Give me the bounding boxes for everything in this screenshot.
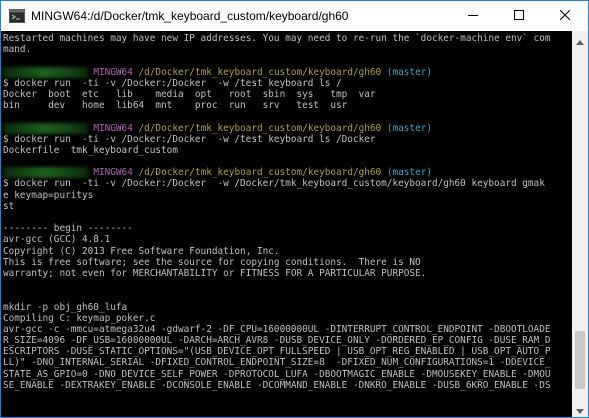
- terminal-line: SE_ENABLE -DEXTRAKEY_ENABLE -DCONSOLE_EN…: [3, 379, 551, 391]
- terminal-line: STATE_AS_GPIO=0 -DNO_DEVICE_SELF_POWER -…: [3, 368, 551, 380]
- terminal-line: st: [3, 200, 15, 212]
- scroll-down-arrow-icon: [576, 399, 584, 417]
- maximize-icon: [514, 9, 524, 23]
- prompt-git-branch: (master): [386, 167, 433, 179]
- terminal-line: mand.: [3, 44, 32, 56]
- terminal-line: $ docker run -ti -v /Docker:/Docker -w /…: [3, 133, 376, 145]
- window-controls: [450, 1, 588, 31]
- prompt-path: /d/Docker/tmk_keyboard_custom/keyboard/g…: [138, 66, 382, 78]
- terminal-line: Compiling C: keymap_poker.c: [3, 312, 156, 324]
- redacted-user-host: [3, 167, 88, 179]
- terminal-line: Dockerfile tmk_keyboard_custom: [3, 144, 178, 156]
- terminal-line: R_SIZE=4096 -DF_USB=16000000UL -DARCH=AR…: [3, 335, 551, 347]
- shell-prompt-line: MINGW64 /d/Docker/tmk_keyboard_custom/ke…: [3, 167, 573, 179]
- terminal-output[interactable]: Restarted machines may have new IP addre…: [1, 31, 573, 417]
- terminal-line: Docker boot etc lib media opt root sbin …: [3, 88, 376, 100]
- terminal-line: warranty; not even for MERCHANTABILITY o…: [3, 267, 427, 279]
- prompt-mingw: MINGW64: [93, 167, 133, 179]
- vertical-scrollbar[interactable]: [572, 31, 588, 417]
- terminal-line: -------- begin --------: [3, 223, 133, 235]
- maximize-button[interactable]: [496, 1, 542, 31]
- terminal-line: LL)" -DNO_INTERNAL_SERIAL -DFIXED_CONTRO…: [3, 357, 551, 369]
- terminal-line: e keymap=puritys: [3, 189, 94, 201]
- terminal-line: bin dev home lib64 mnt proc run srv test…: [3, 100, 348, 112]
- scroll-up-arrow-icon: [576, 30, 584, 49]
- prompt-git-branch: (master): [386, 122, 433, 134]
- terminal-line: Restarted machines may have new IP addre…: [3, 33, 551, 44]
- terminal-line: avr-gcc (GCC) 4.8.1: [3, 234, 111, 246]
- redacted-user-host: [3, 66, 88, 78]
- prompt-mingw: MINGW64: [93, 66, 133, 78]
- title-bar[interactable]: MINGW64:/d/Docker/tmk_keyboard_custom/ke…: [1, 1, 588, 31]
- scroll-down-button[interactable]: [572, 400, 588, 417]
- shell-prompt-line: MINGW64 /d/Docker/tmk_keyboard_custom/ke…: [3, 122, 573, 134]
- mingw-terminal-icon[interactable]: [9, 8, 25, 24]
- terminal-line: Copyright (C) 2013 Free Software Foundat…: [3, 245, 280, 257]
- prompt-git-branch: (master): [386, 66, 433, 78]
- prompt-mingw: MINGW64: [93, 122, 133, 134]
- prompt-path: /d/Docker/tmk_keyboard_custom/keyboard/g…: [138, 167, 382, 179]
- close-button[interactable]: [542, 1, 588, 31]
- terminal-line: mkdir -p obj_gh60_lufa: [3, 301, 128, 313]
- window-title: MINGW64:/d/Docker/tmk_keyboard_custom/ke…: [31, 9, 349, 23]
- terminal-line: avr-gcc -c -mmcu=atmega32u4 -gdwarf-2 -D…: [3, 323, 551, 335]
- terminal-window: MINGW64:/d/Docker/tmk_keyboard_custom/ke…: [0, 0, 589, 418]
- terminal-line: This is free software; see the source fo…: [3, 256, 421, 268]
- scroll-up-button[interactable]: [572, 31, 588, 48]
- terminal-line: $ docker run -ti -v /Docker:/Docker -w /…: [3, 77, 342, 89]
- redacted-user-host: [3, 122, 88, 134]
- terminal-line: ESCRIPTORS -DUSE_STATIC_OPTIONS="(USB_DE…: [3, 346, 551, 358]
- scrollbar-thumb[interactable]: [575, 331, 585, 389]
- terminal-line: $ docker run -ti -v /Docker:/Docker -w /…: [3, 178, 545, 190]
- minimize-icon: [468, 9, 478, 23]
- prompt-path: /d/Docker/tmk_keyboard_custom/keyboard/g…: [138, 122, 382, 134]
- minimize-button[interactable]: [450, 1, 496, 31]
- shell-prompt-line: MINGW64 /d/Docker/tmk_keyboard_custom/ke…: [3, 66, 573, 78]
- close-icon: [559, 9, 571, 23]
